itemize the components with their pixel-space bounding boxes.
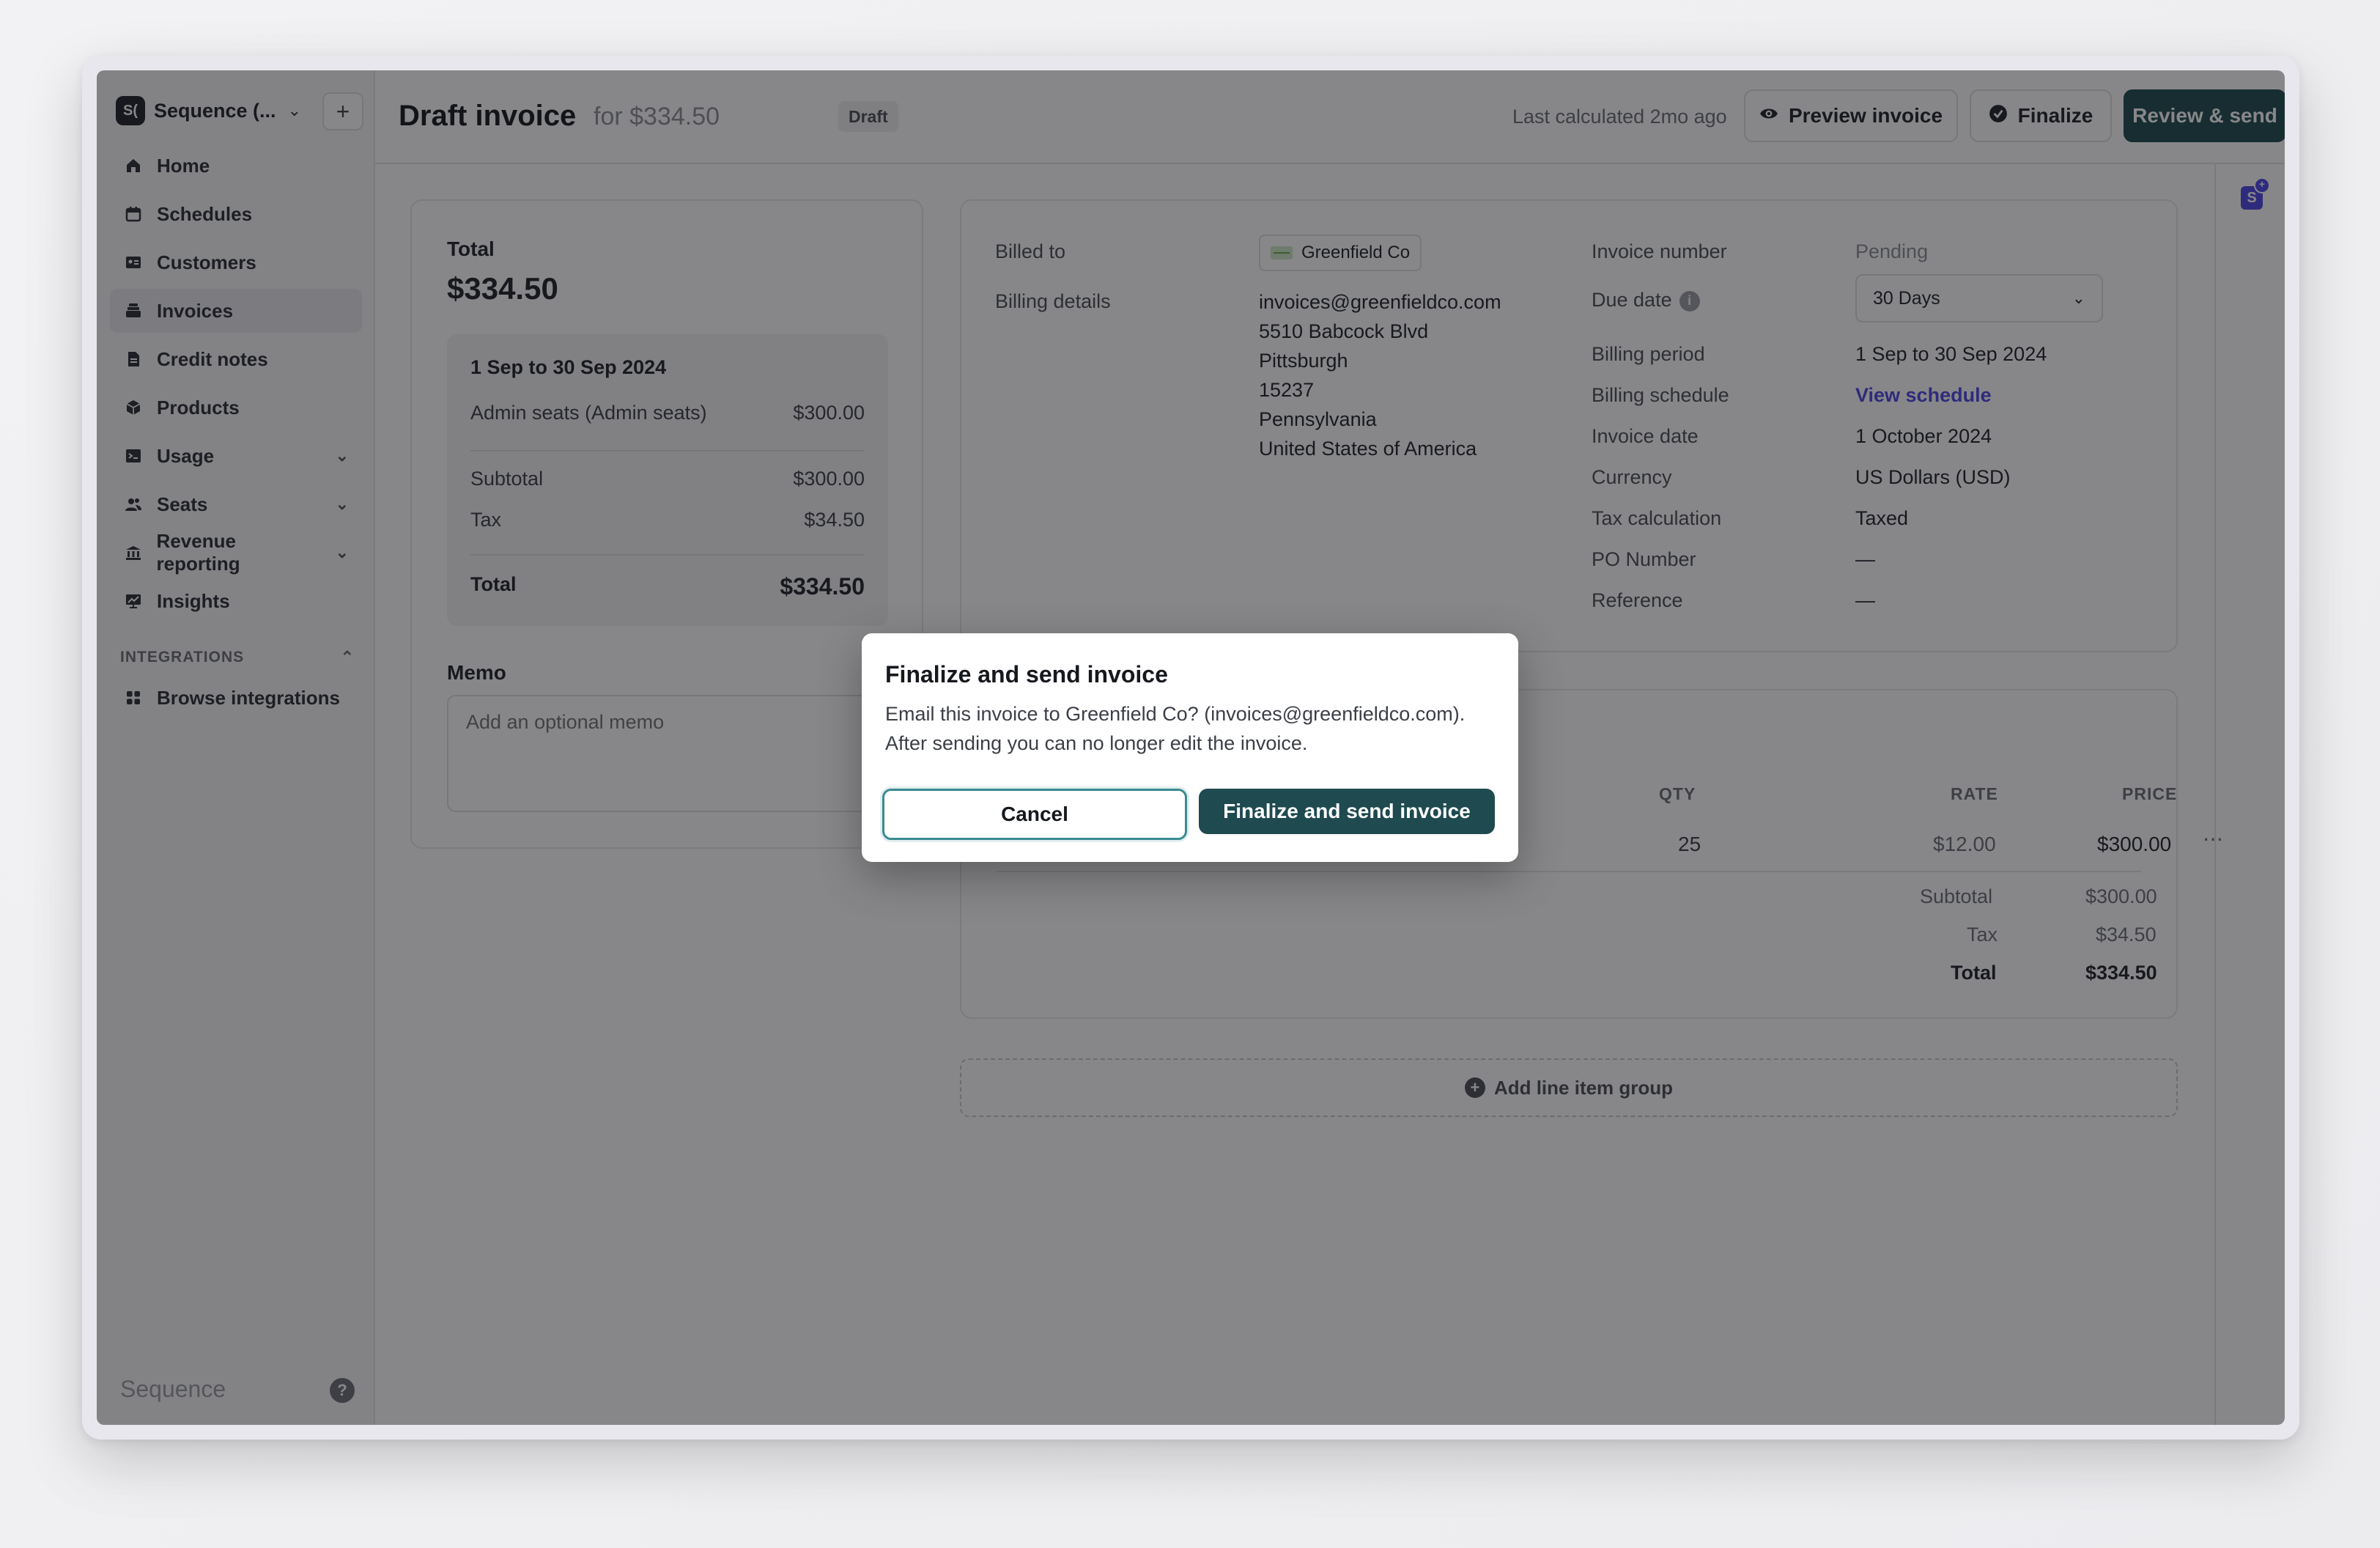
dialog-body-line: After sending you can no longer edit the… [885,732,1308,754]
finalize-and-send-button[interactable]: Finalize and send invoice [1199,789,1495,834]
dialog-body: Email this invoice to Greenfield Co? (in… [885,699,1501,758]
finalize-dialog: Finalize and send invoice Email this inv… [862,633,1518,862]
dialog-body-line: Email this invoice to Greenfield Co? (in… [885,703,1466,725]
dialog-title: Finalize and send invoice [885,661,1168,688]
cancel-button[interactable]: Cancel [882,789,1187,840]
app-window: S( Sequence (... ⌄ + Home Schedules [97,70,2285,1425]
